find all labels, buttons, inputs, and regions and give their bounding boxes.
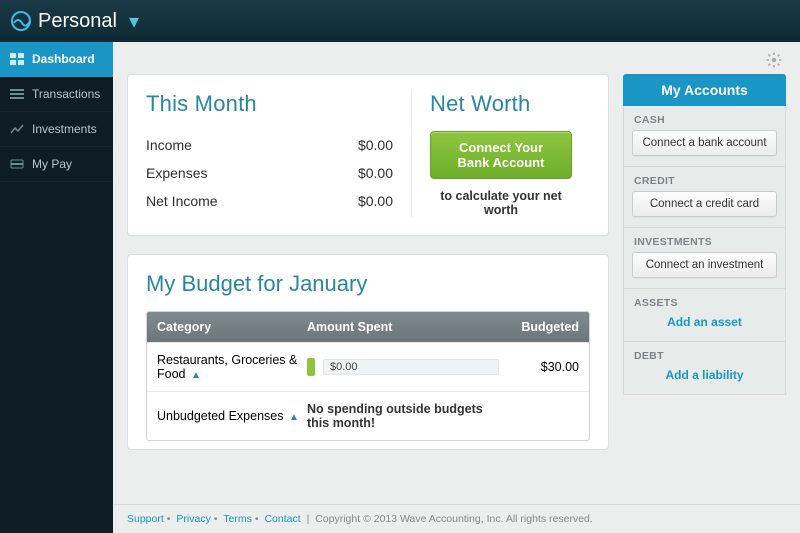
col-amount-spent: Amount Spent bbox=[307, 320, 499, 334]
accounts-group-assets: ASSETS Add an asset bbox=[623, 289, 786, 342]
wave-icon bbox=[10, 10, 32, 32]
budget-bar-track: $0.00 bbox=[323, 359, 499, 375]
sidebar-item-my-pay[interactable]: My Pay bbox=[0, 147, 113, 182]
caret-down-icon: ▾ bbox=[129, 9, 139, 34]
group-label: CASH bbox=[624, 106, 785, 130]
budget-table: Category Amount Spent Budgeted Restauran… bbox=[146, 311, 590, 441]
add-liability-link[interactable]: Add a liability bbox=[632, 366, 777, 384]
row-net-income: Net Income$0.00 bbox=[146, 187, 393, 215]
budget-card: My Budget for January Category Amount Sp… bbox=[127, 254, 609, 450]
budget-bar-value: $0.00 bbox=[330, 360, 358, 374]
investments-icon bbox=[9, 122, 25, 136]
accounts-panel: My Accounts CASH Connect a bank account … bbox=[623, 74, 786, 395]
sidebar-item-label: Dashboard bbox=[32, 52, 95, 66]
budget-row-category: Restaurants, Groceries & Food bbox=[157, 353, 297, 381]
budget-row[interactable]: Unbudgeted Expenses ▲ No spending outsid… bbox=[147, 391, 589, 440]
row-expenses: Expenses$0.00 bbox=[146, 159, 393, 187]
col-category: Category bbox=[157, 320, 307, 334]
add-asset-link[interactable]: Add an asset bbox=[632, 313, 777, 331]
budget-empty-message: No spending outside budgets this month! bbox=[307, 402, 483, 430]
footer-link-support[interactable]: Support bbox=[127, 513, 164, 525]
workspace-switcher[interactable]: Personal ▾ bbox=[10, 9, 139, 34]
summary-card: This Month Income$0.00 Expenses$0.00 Net… bbox=[127, 74, 609, 236]
accounts-title: My Accounts bbox=[623, 74, 786, 106]
connect-bank-button[interactable]: Connect Your Bank Account bbox=[430, 131, 572, 179]
footer-link-privacy[interactable]: Privacy bbox=[176, 513, 210, 525]
budget-table-head: Category Amount Spent Budgeted bbox=[147, 312, 589, 342]
col-budgeted: Budgeted bbox=[499, 320, 579, 334]
sidebar-item-dashboard[interactable]: Dashboard bbox=[0, 42, 113, 77]
sidebar-item-label: My Pay bbox=[32, 157, 72, 171]
net-worth-subtext: to calculate your net worth bbox=[430, 189, 572, 217]
footer-link-terms[interactable]: Terms bbox=[223, 513, 252, 525]
group-label: CREDIT bbox=[624, 167, 785, 191]
net-worth-title: Net Worth bbox=[430, 91, 572, 117]
pay-icon bbox=[9, 157, 25, 171]
sidebar-item-label: Transactions bbox=[32, 87, 100, 101]
expand-icon: ▲ bbox=[191, 370, 201, 381]
connect-bank-account-button[interactable]: Connect a bank account bbox=[632, 130, 777, 156]
row-income: Income$0.00 bbox=[146, 131, 393, 159]
group-label: DEBT bbox=[624, 342, 785, 366]
accounts-group-cash: CASH Connect a bank account bbox=[623, 106, 786, 167]
sidebar: Dashboard Transactions Investments My Pa… bbox=[0, 42, 113, 533]
sidebar-item-label: Investments bbox=[32, 122, 97, 136]
sidebar-item-transactions[interactable]: Transactions bbox=[0, 77, 113, 112]
group-label: ASSETS bbox=[624, 289, 785, 313]
dashboard-icon bbox=[9, 52, 25, 66]
net-worth-section: Net Worth Connect Your Bank Account to c… bbox=[411, 91, 590, 217]
accounts-group-debt: DEBT Add a liability bbox=[623, 342, 786, 395]
footer-copyright: Copyright © 2013 Wave Accounting, Inc. A… bbox=[315, 513, 593, 525]
content: This Month Income$0.00 Expenses$0.00 Net… bbox=[113, 42, 800, 504]
gear-icon[interactable] bbox=[766, 52, 782, 73]
transactions-icon bbox=[9, 87, 25, 101]
sidebar-item-investments[interactable]: Investments bbox=[0, 112, 113, 147]
budget-bar: $0.00 bbox=[307, 358, 499, 376]
budget-bar-fill bbox=[307, 358, 315, 376]
connect-credit-card-button[interactable]: Connect a credit card bbox=[632, 191, 777, 217]
group-label: INVESTMENTS bbox=[624, 228, 785, 252]
workspace-name: Personal bbox=[38, 10, 117, 33]
budget-title: My Budget for January bbox=[146, 271, 590, 297]
budget-row[interactable]: Restaurants, Groceries & Food ▲ $0.00 $3… bbox=[147, 342, 589, 391]
this-month-title: This Month bbox=[146, 91, 393, 117]
footer-link-contact[interactable]: Contact bbox=[264, 513, 300, 525]
budget-row-budgeted: $30.00 bbox=[499, 360, 579, 374]
this-month-section: This Month Income$0.00 Expenses$0.00 Net… bbox=[146, 91, 411, 217]
accounts-group-investments: INVESTMENTS Connect an investment bbox=[623, 228, 786, 289]
expand-icon: ▲ bbox=[289, 412, 299, 423]
topbar: Personal ▾ bbox=[0, 0, 800, 42]
footer: Support• Privacy• Terms• Contact | Copyr… bbox=[113, 504, 800, 533]
budget-row-category: Unbudgeted Expenses bbox=[157, 409, 283, 423]
connect-investment-button[interactable]: Connect an investment bbox=[632, 252, 777, 278]
accounts-group-credit: CREDIT Connect a credit card bbox=[623, 167, 786, 228]
